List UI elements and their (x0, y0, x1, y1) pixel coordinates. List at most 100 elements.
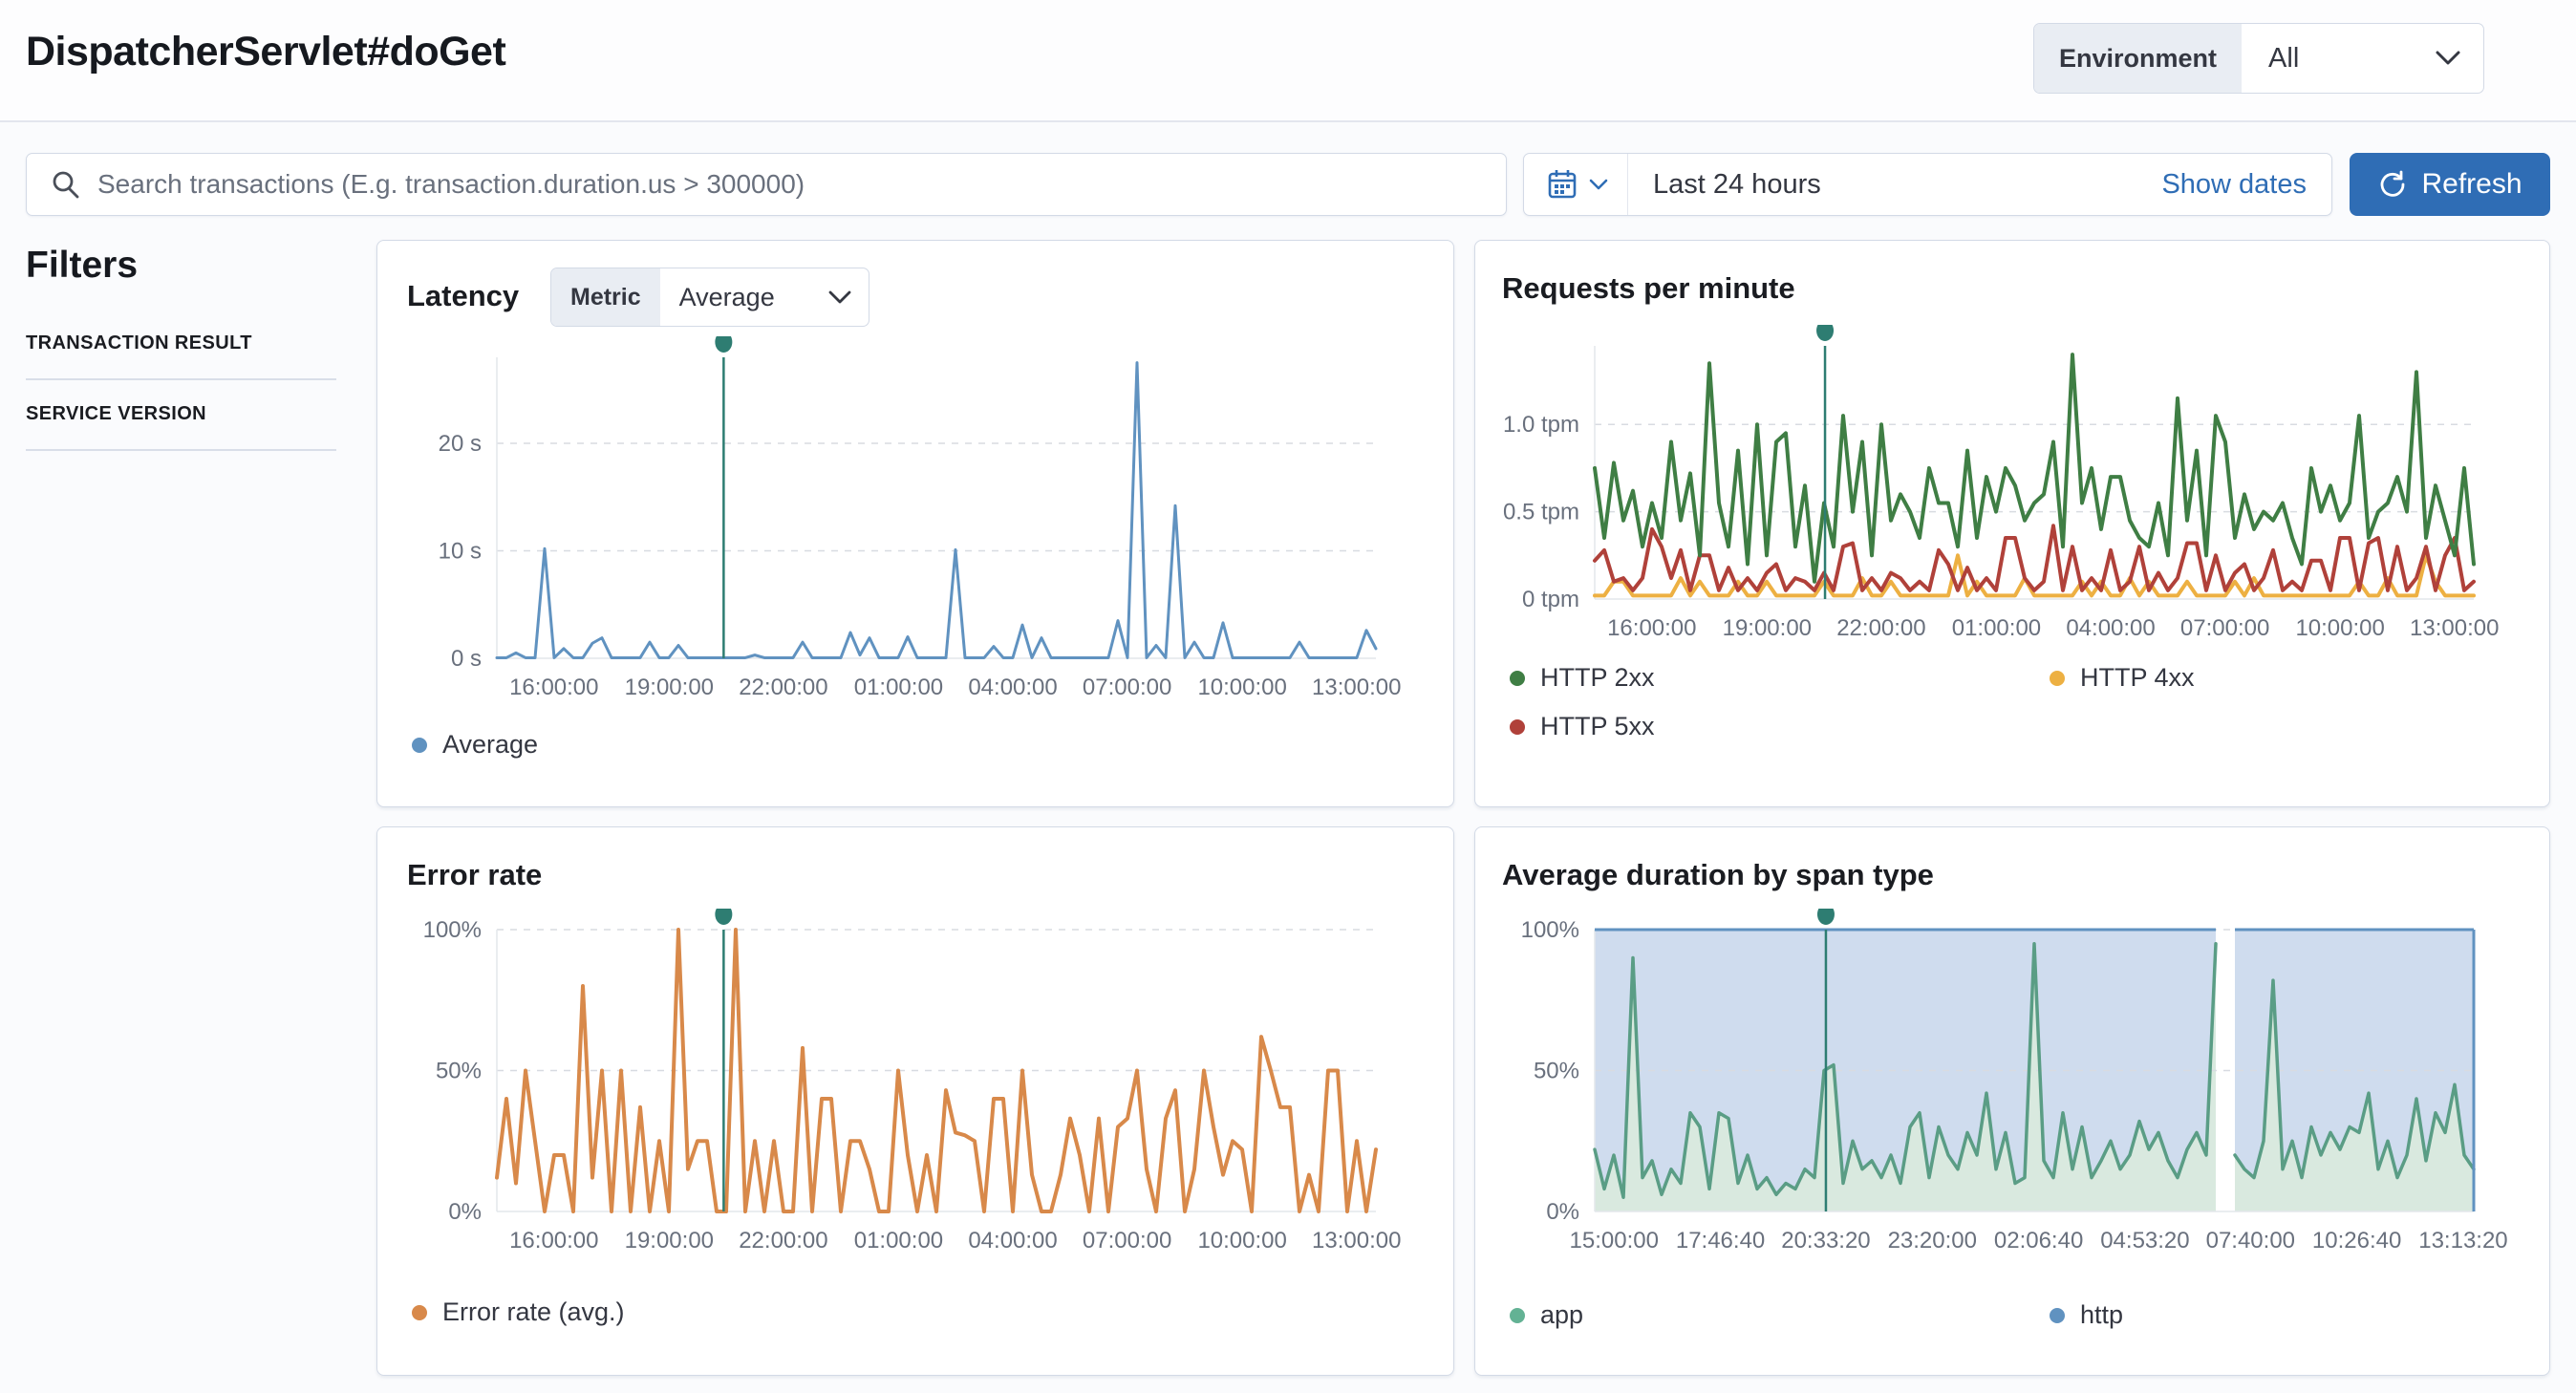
date-picker: Last 24 hours Show dates (1523, 153, 2332, 216)
legend-item-http-5xx[interactable]: HTTP 5xx (1510, 712, 2050, 741)
svg-text:100%: 100% (423, 917, 482, 943)
page-header: DispatcherServlet#doGet Environment All (0, 0, 2576, 122)
svg-text:01:00:00: 01:00:00 (854, 1228, 943, 1254)
requests-per-minute-card: Requests per minute 0 tpm 0.5 tpm 1.0 tpm 1… (1474, 240, 2550, 807)
environment-select[interactable]: Environment All (2033, 23, 2484, 94)
calendar-icon (1545, 167, 1579, 202)
svg-text:13:00:00: 13:00:00 (2410, 615, 2499, 641)
chevron-down-icon (2436, 24, 2483, 93)
svg-text:0 tpm: 0 tpm (1522, 587, 1579, 612)
span-duration-card-title: Average duration by span type (1502, 858, 1934, 892)
span-duration-card: Average duration by span type 0% 50% 100% 1… (1474, 826, 2550, 1376)
error-rate-svg: 0% 50% 100% 16:00:00 19:00:00 22:00:00 01:00:0… (397, 909, 1419, 1257)
svg-text:01:00:00: 01:00:00 (1952, 615, 2041, 641)
legend-dot (412, 1305, 427, 1320)
svg-text:15:00:00: 15:00:00 (1570, 1228, 1659, 1254)
requests-legend: HTTP 2xx HTTP 4xx HTTP 5xx (1510, 663, 2195, 741)
svg-text:22:00:00: 22:00:00 (739, 1228, 827, 1254)
svg-text:16:00:00: 16:00:00 (509, 1228, 598, 1254)
svg-text:22:00:00: 22:00:00 (739, 675, 827, 700)
metric-select[interactable]: Metric Average (550, 268, 869, 327)
legend-label: http (2080, 1300, 2123, 1330)
divider (26, 449, 336, 451)
legend-dot (1510, 671, 1525, 686)
svg-text:07:00:00: 07:00:00 (1083, 675, 1171, 700)
search-icon (50, 168, 82, 201)
legend-item-http-4xx[interactable]: HTTP 4xx (2050, 663, 2195, 693)
metric-value: Average (660, 268, 828, 326)
legend-dot (1510, 1308, 1525, 1323)
refresh-label: Refresh (2421, 168, 2522, 201)
svg-text:02:06:40: 02:06:40 (1994, 1228, 2083, 1254)
svg-text:04:00:00: 04:00:00 (968, 1228, 1057, 1254)
svg-text:16:00:00: 16:00:00 (509, 675, 598, 700)
legend-label: HTTP 2xx (1540, 663, 1655, 693)
requests-chart: 0 tpm 0.5 tpm 1.0 tpm 16:00:00 19:00:00 22:00… (1494, 325, 2517, 645)
svg-text:01:00:00: 01:00:00 (854, 675, 943, 700)
filter-section-service-version[interactable]: SERVICE VERSION (26, 403, 336, 425)
svg-text:20:33:20: 20:33:20 (1781, 1228, 1870, 1254)
svg-text:07:40:00: 07:40:00 (2206, 1228, 2295, 1254)
apm-transaction-page: DispatcherServlet#doGet Environment All … (0, 0, 2576, 1393)
metric-label: Metric (551, 268, 660, 326)
error-rate-chart: 0% 50% 100% 16:00:00 19:00:00 22:00:00 01:00:0… (397, 909, 1419, 1257)
svg-text:23:20:00: 23:20:00 (1888, 1228, 1977, 1254)
svg-text:10:26:40: 10:26:40 (2312, 1228, 2401, 1254)
svg-text:100%: 100% (1521, 917, 1579, 943)
svg-text:0%: 0% (1546, 1199, 1579, 1225)
search-input[interactable] (97, 156, 1506, 213)
svg-text:10 s: 10 s (439, 539, 482, 565)
svg-text:50%: 50% (1534, 1059, 1579, 1084)
legend-item-http[interactable]: http (2050, 1300, 2123, 1330)
svg-text:13:13:20: 13:13:20 (2418, 1228, 2507, 1254)
refresh-icon (2377, 169, 2408, 200)
error-rate-card-title: Error rate (407, 858, 542, 892)
svg-text:16:00:00: 16:00:00 (1607, 615, 1696, 641)
chevron-down-icon (1589, 179, 1608, 191)
svg-text:10:00:00: 10:00:00 (2295, 615, 2384, 641)
svg-text:07:00:00: 07:00:00 (2180, 615, 2269, 641)
svg-text:07:00:00: 07:00:00 (1083, 1228, 1171, 1254)
legend-label: Average (442, 730, 538, 760)
span-duration-chart: 0%50%100%15:00:0017:46:4020:33:2023:20:0… (1494, 909, 2517, 1257)
environment-label: Environment (2034, 24, 2242, 93)
latency-svg: 0 s10 s20 s16:00:0019:00:0022:00:0001:00… (397, 336, 1419, 704)
legend-dot (412, 738, 427, 753)
latency-card: Latency Metric Average 0 s 10 s 20 s 16:00:… (376, 240, 1454, 807)
svg-text:19:00:00: 19:00:00 (1723, 615, 1812, 641)
svg-text:20 s: 20 s (439, 431, 482, 457)
requests-svg: 0 tpm 0.5 tpm 1.0 tpm 16:00:00 19:00:00 22:00… (1494, 325, 2517, 645)
divider (26, 378, 336, 380)
svg-text:0.5 tpm: 0.5 tpm (1503, 500, 1579, 525)
span-duration-legend: app http (1510, 1300, 2123, 1330)
legend-label: HTTP 4xx (2080, 663, 2195, 693)
refresh-button[interactable]: Refresh (2350, 153, 2550, 216)
legend-dot (2050, 1308, 2065, 1323)
show-dates-link[interactable]: Show dates (2161, 169, 2331, 201)
requests-card-title: Requests per minute (1502, 271, 1795, 306)
svg-text:04:53:20: 04:53:20 (2100, 1228, 2189, 1254)
latency-chart: 0 s10 s20 s16:00:0019:00:0022:00:0001:00… (397, 336, 1419, 704)
time-range-value[interactable]: Last 24 hours (1628, 169, 2161, 201)
svg-text:13:00:00: 13:00:00 (1312, 1228, 1401, 1254)
latency-card-title: Latency (407, 279, 519, 313)
svg-text:0%: 0% (448, 1199, 482, 1225)
legend-dot (2050, 671, 2065, 686)
legend-item-http-2xx[interactable]: HTTP 2xx (1510, 663, 2050, 693)
svg-text:04:00:00: 04:00:00 (2066, 615, 2155, 641)
legend-dot (1510, 719, 1525, 735)
svg-text:0 s: 0 s (451, 646, 482, 672)
filter-section-transaction-result[interactable]: TRANSACTION RESULT (26, 332, 336, 354)
filters-title: Filters (26, 245, 138, 287)
svg-text:1.0 tpm: 1.0 tpm (1503, 412, 1579, 438)
svg-text:22:00:00: 22:00:00 (1836, 615, 1925, 641)
search-bar[interactable] (26, 153, 1507, 216)
legend-label: Error rate (avg.) (442, 1297, 625, 1327)
legend-item-error-rate[interactable]: Error rate (avg.) (412, 1297, 625, 1327)
svg-text:19:00:00: 19:00:00 (625, 1228, 714, 1254)
legend-item-app[interactable]: app (1510, 1300, 2050, 1330)
calendar-button[interactable] (1524, 154, 1628, 215)
legend-item-average[interactable]: Average (412, 730, 538, 760)
svg-text:04:00:00: 04:00:00 (968, 675, 1057, 700)
svg-text:50%: 50% (436, 1059, 482, 1084)
